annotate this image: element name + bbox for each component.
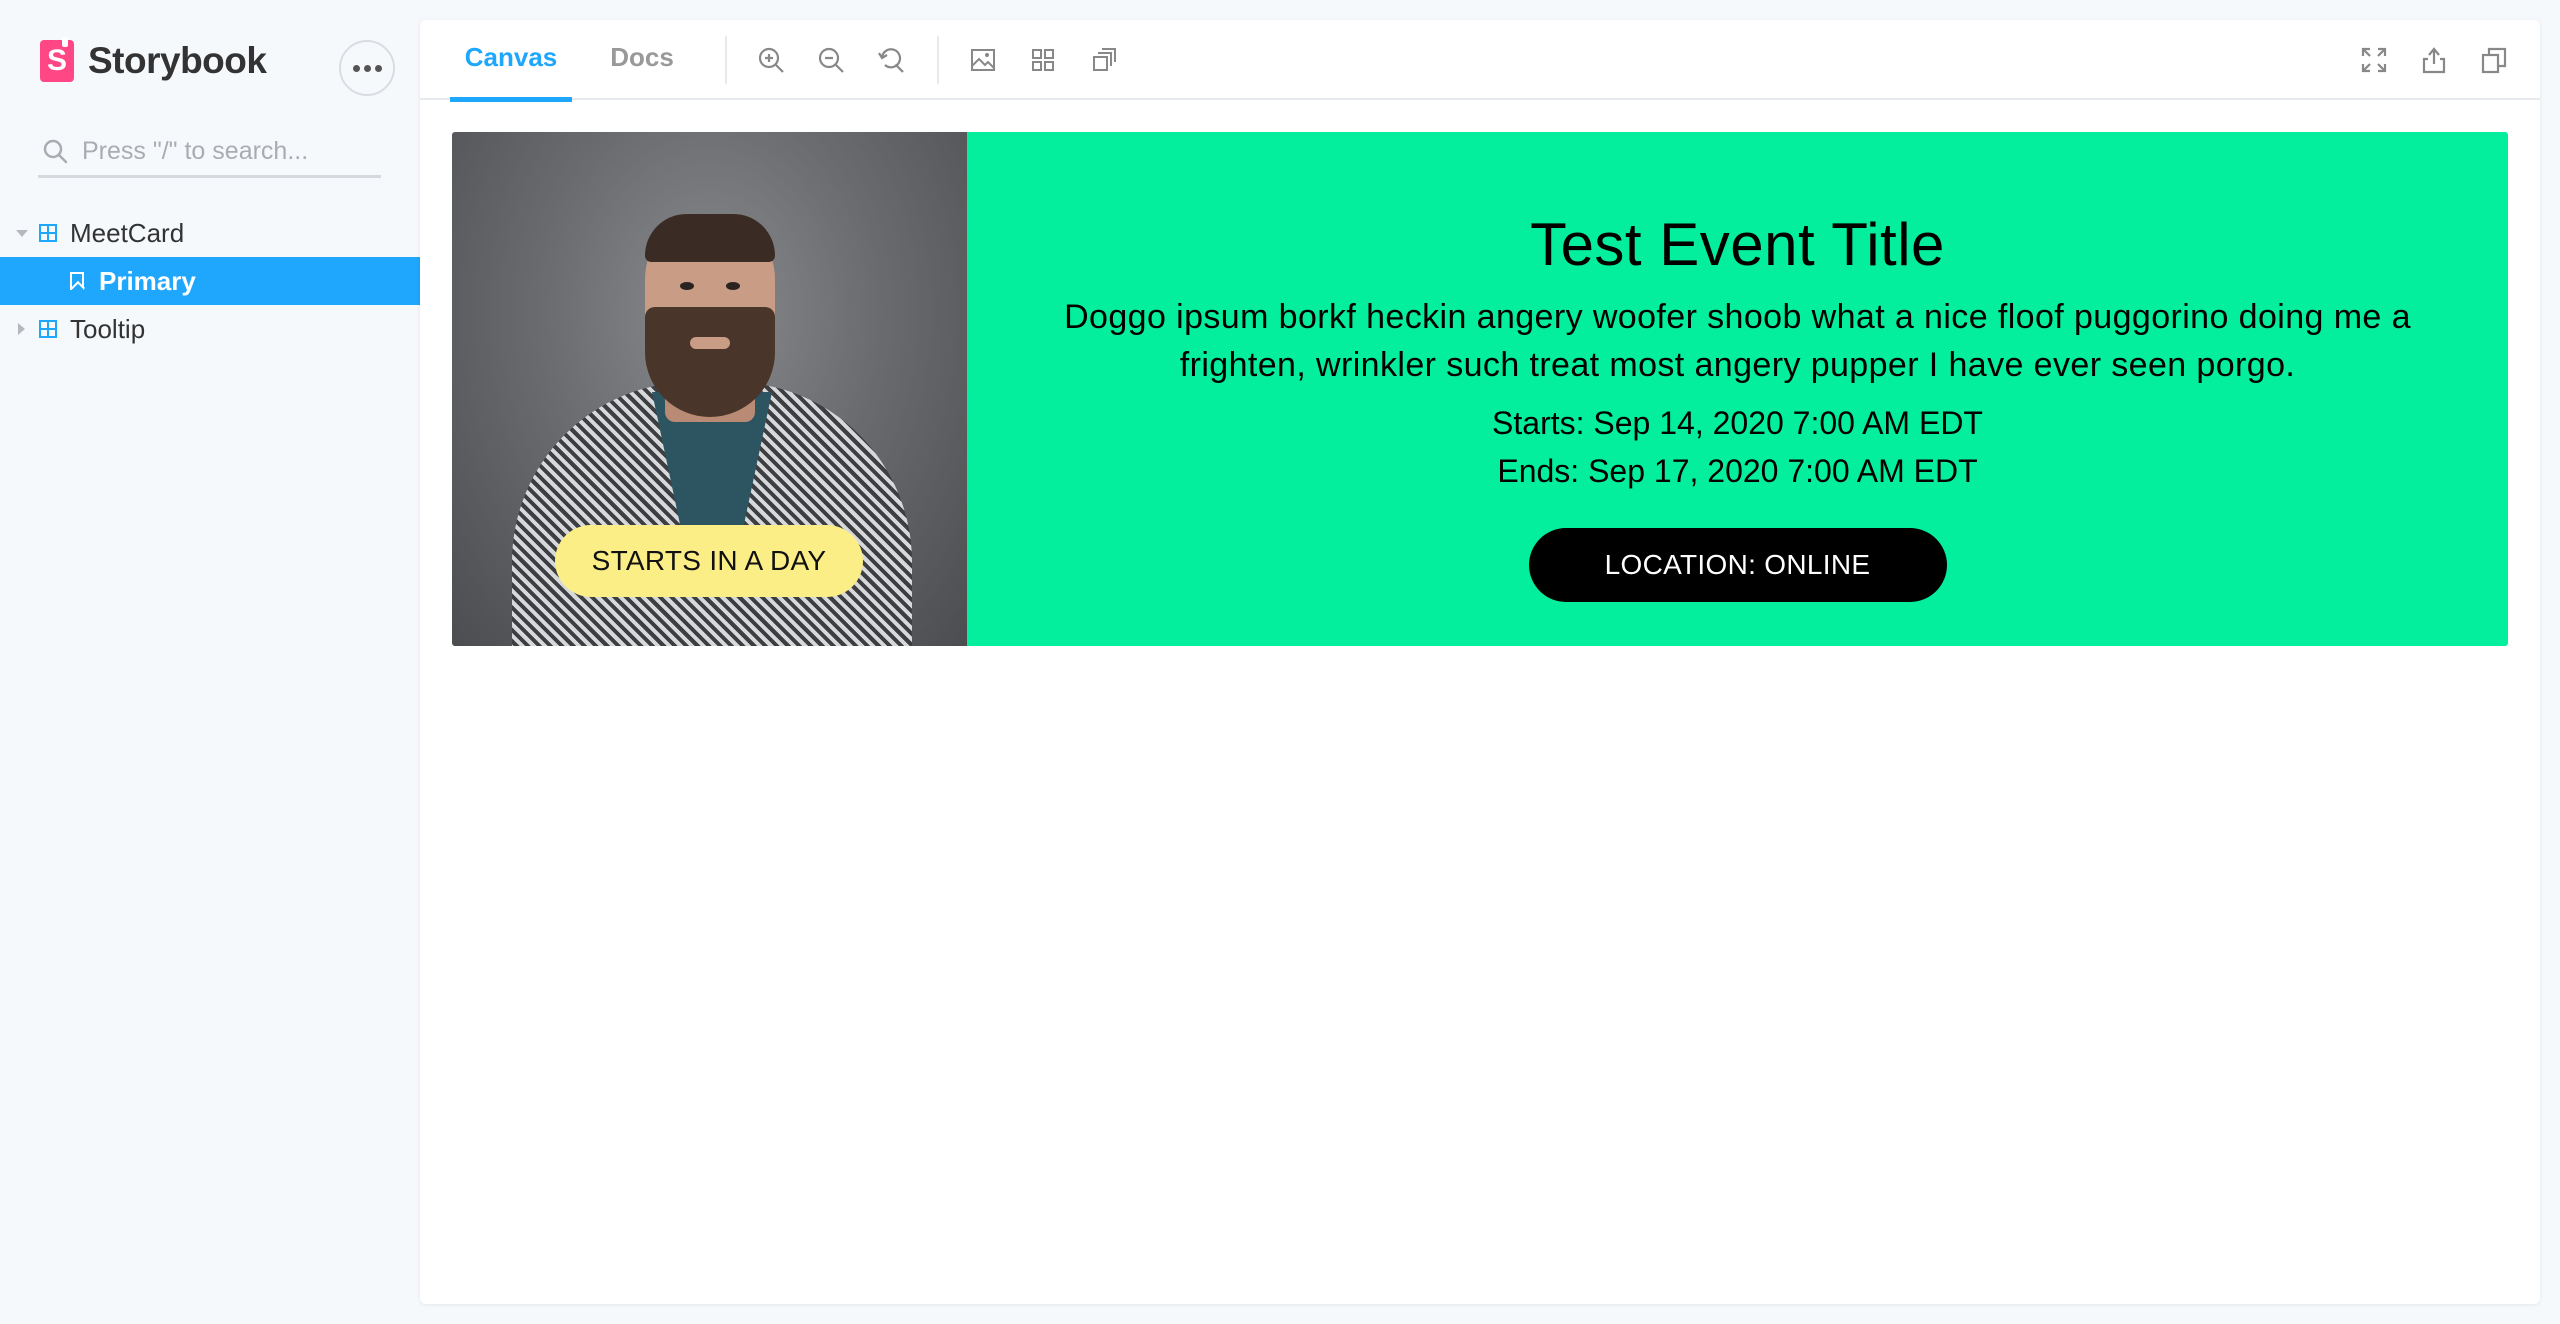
fullscreen-icon[interactable] (2358, 44, 2390, 76)
status-badge: STARTS IN A DAY (555, 525, 863, 597)
tree-item-tooltip[interactable]: Tooltip (0, 305, 420, 353)
event-info: Test Event Title Doggo ipsum borkf hecki… (967, 132, 2508, 646)
ellipsis-dot (363, 64, 371, 72)
background-icon[interactable] (967, 44, 999, 76)
share-icon[interactable] (2418, 44, 2450, 76)
brand[interactable]: S Storybook (40, 37, 267, 82)
toolbar-divider (725, 36, 727, 84)
tree-item-primary[interactable]: Primary (0, 257, 420, 305)
event-end: Ends: Sep 17, 2020 7:00 AM EDT (1497, 453, 1978, 489)
outline-icon[interactable] (1087, 44, 1119, 76)
story-tree: MeetCard Primary Tooltip (0, 209, 420, 353)
chevron-right-icon (18, 323, 25, 335)
storybook-logo-icon: S (40, 37, 74, 82)
brand-name: Storybook (88, 40, 267, 81)
toolbar: Canvas Docs (420, 20, 2540, 102)
speaker-photo: STARTS IN A DAY (452, 132, 967, 646)
bookmark-icon (70, 272, 84, 290)
more-menu-button[interactable] (339, 40, 395, 96)
photo-figure-hair (645, 214, 775, 262)
component-icon (39, 320, 57, 338)
tab-canvas[interactable]: Canvas (450, 20, 572, 102)
ellipsis-icon (352, 64, 360, 72)
ellipsis-dot (374, 64, 382, 72)
chevron-down-icon (16, 230, 28, 237)
search-icon (40, 136, 72, 168)
tree-item-label: MeetCard (70, 217, 185, 248)
location-button[interactable]: LOCATION: ONLINE (1528, 528, 1947, 602)
toolbar-divider (937, 36, 939, 84)
tree-item-meetcard[interactable]: MeetCard (0, 209, 420, 257)
grid-icon[interactable] (1027, 44, 1059, 76)
meet-card: STARTS IN A DAY Test Event Title Doggo i… (452, 132, 2508, 646)
event-description: Doggo ipsum borkf heckin angery woofer s… (1064, 298, 2411, 384)
sidebar: S Storybook MeetCard Primary Tooltip (0, 0, 420, 1324)
zoom-in-icon[interactable] (755, 44, 787, 76)
search-input[interactable] (82, 137, 372, 166)
tree-item-label: Primary (99, 265, 196, 296)
photo-figure-eye (726, 282, 740, 290)
tab-docs[interactable]: Docs (602, 20, 682, 100)
search-box (38, 128, 381, 178)
zoom-reset-icon[interactable] (875, 44, 907, 76)
photo-figure-mouth (690, 337, 730, 349)
photo-figure-eye (680, 282, 694, 290)
copy-link-icon[interactable] (2478, 44, 2510, 76)
preview-panel: Canvas Docs STARTS IN A DAY Test Event T… (420, 20, 2540, 1304)
event-start: Starts: Sep 14, 2020 7:00 AM EDT (1492, 405, 1983, 441)
zoom-out-icon[interactable] (815, 44, 847, 76)
tree-item-label: Tooltip (70, 313, 146, 344)
component-icon (39, 224, 57, 242)
event-title: Test Event Title (1530, 211, 1945, 278)
